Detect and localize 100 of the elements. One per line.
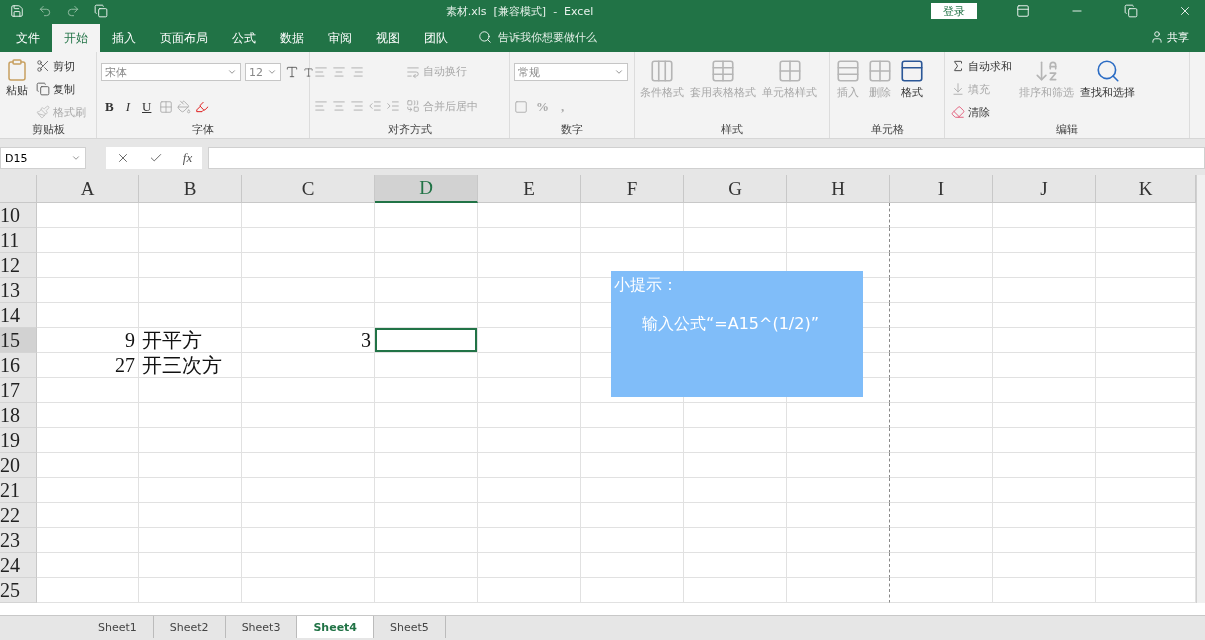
person-icon — [1150, 30, 1164, 44]
table-cell[interactable]: 9 — [37, 328, 139, 353]
column-header[interactable]: G — [684, 175, 787, 203]
menu-tab[interactable]: 开始 — [52, 24, 100, 52]
font-color-icon — [195, 99, 210, 114]
menu-tab[interactable]: 团队 — [412, 24, 460, 52]
scrollbar[interactable] — [1196, 175, 1205, 603]
find-select-button[interactable]: 查找和选择 — [1079, 56, 1136, 122]
cut-button[interactable]: 剪切 — [34, 57, 88, 75]
select-all-corner[interactable] — [0, 175, 37, 203]
sheet-tab[interactable]: Sheet2 — [153, 616, 226, 638]
group-label: 数字 — [560, 122, 584, 138]
sheet-tab[interactable]: Sheet1 — [82, 616, 154, 638]
group-label: 单元格 — [869, 122, 905, 138]
group-label: 剪贴板 — [30, 122, 66, 138]
row-header[interactable]: 14 — [0, 303, 37, 328]
clear-button[interactable]: 清除 — [949, 103, 1014, 121]
table-cell[interactable] — [787, 428, 890, 453]
wrap-text-icon — [406, 64, 420, 79]
font-select[interactable]: 宋体 — [101, 63, 241, 82]
column-header[interactable]: F — [581, 175, 684, 203]
row-header[interactable]: 17 — [0, 378, 37, 403]
table-cell[interactable]: 开三次方 — [139, 353, 242, 378]
row-header[interactable]: 19 — [0, 428, 37, 453]
menu-tab[interactable]: 数据 — [268, 24, 316, 52]
table-icon — [710, 58, 736, 84]
name-box[interactable]: D15 — [0, 147, 86, 169]
italic-button[interactable]: I — [121, 98, 134, 115]
row-header[interactable]: 11 — [0, 228, 37, 253]
column-header[interactable]: J — [993, 175, 1096, 203]
table-cell[interactable] — [787, 503, 890, 528]
table-cell[interactable] — [787, 453, 890, 478]
table-cell[interactable] — [787, 478, 890, 503]
note-title: 小提示： — [614, 275, 678, 296]
row-header[interactable]: 23 — [0, 528, 37, 553]
fill-color-icon — [177, 99, 192, 114]
sheet-tab[interactable]: Sheet5 — [374, 616, 446, 638]
insert-function-button[interactable]: fx — [182, 150, 193, 166]
cell-button[interactable]: 格式 — [898, 56, 926, 122]
eraser-icon — [951, 105, 965, 119]
redo-icon — [66, 4, 80, 18]
menu-tab[interactable]: 视图 — [364, 24, 412, 52]
row-header[interactable]: 20 — [0, 453, 37, 478]
bold-button[interactable]: B — [101, 98, 118, 115]
column-header[interactable]: D — [375, 175, 478, 203]
share-button[interactable]: 共享 — [1144, 22, 1195, 52]
conditional-format-icon — [649, 58, 675, 84]
sheet-tab[interactable]: Sheet4 — [297, 616, 375, 638]
group-label: 对齐方式 — [386, 122, 433, 138]
number-format-select[interactable]: 常规 — [514, 63, 628, 82]
copy-button[interactable]: 复制 — [34, 80, 88, 98]
row-header[interactable]: 21 — [0, 478, 37, 503]
fill-down-icon — [951, 82, 965, 96]
column-header[interactable]: K — [1096, 175, 1196, 203]
font-size-select[interactable]: 12 — [245, 63, 281, 82]
paste-button[interactable]: 粘贴 — [4, 56, 30, 122]
login-button[interactable]: 登录 — [931, 3, 977, 19]
column-header[interactable]: E — [478, 175, 581, 203]
enter-icon — [149, 151, 164, 165]
active-cell[interactable] — [375, 328, 478, 353]
column-header[interactable]: C — [242, 175, 375, 203]
sigma-icon — [951, 59, 965, 73]
row-header[interactable]: 18 — [0, 403, 37, 428]
shrink-font-icon — [303, 66, 314, 78]
row-header[interactable]: 22 — [0, 503, 37, 528]
table-cell[interactable] — [787, 203, 890, 228]
row-header[interactable]: 24 — [0, 553, 37, 578]
tell-me-field[interactable]: 告诉我你想要做什么 — [498, 29, 597, 45]
table-cell[interactable] — [787, 228, 890, 253]
row-header[interactable]: 10 — [0, 203, 37, 228]
column-header[interactable]: A — [37, 175, 139, 203]
formula-input[interactable] — [208, 147, 1205, 169]
row-header[interactable]: 15 — [0, 328, 37, 353]
menu-tab[interactable]: 公式 — [220, 24, 268, 52]
menu-tab[interactable]: 审阅 — [316, 24, 364, 52]
copy-icon — [36, 82, 50, 96]
row-header[interactable]: 16 — [0, 353, 37, 378]
table-cell[interactable] — [787, 578, 890, 603]
autosum-button[interactable]: 自动求和 — [949, 57, 1014, 75]
note-text: 输入公式“=A15^(1/2)” — [642, 314, 819, 335]
undo-icon — [38, 4, 52, 18]
row-header[interactable]: 13 — [0, 278, 37, 303]
underline-button[interactable]: U — [138, 98, 156, 115]
table-cell[interactable] — [787, 553, 890, 578]
menu-tab[interactable]: 文件 — [4, 24, 52, 52]
row-header[interactable]: 12 — [0, 253, 37, 278]
menu-tab[interactable]: 插入 — [100, 24, 148, 52]
column-header[interactable]: H — [787, 175, 890, 203]
table-cell[interactable] — [787, 403, 890, 428]
table-cell[interactable]: 开平方 — [139, 328, 242, 353]
row-header[interactable]: 25 — [0, 578, 37, 603]
merge-icon — [406, 99, 420, 114]
ribbon-display-icon — [1016, 4, 1030, 18]
table-cell[interactable]: 27 — [37, 353, 139, 378]
table-cell[interactable] — [787, 528, 890, 553]
format-icon — [899, 58, 925, 84]
menu-tab[interactable]: 页面布局 — [148, 24, 220, 52]
column-header[interactable]: B — [139, 175, 242, 203]
table-cell[interactable]: 3 — [242, 328, 375, 353]
column-header[interactable]: I — [890, 175, 993, 203]
